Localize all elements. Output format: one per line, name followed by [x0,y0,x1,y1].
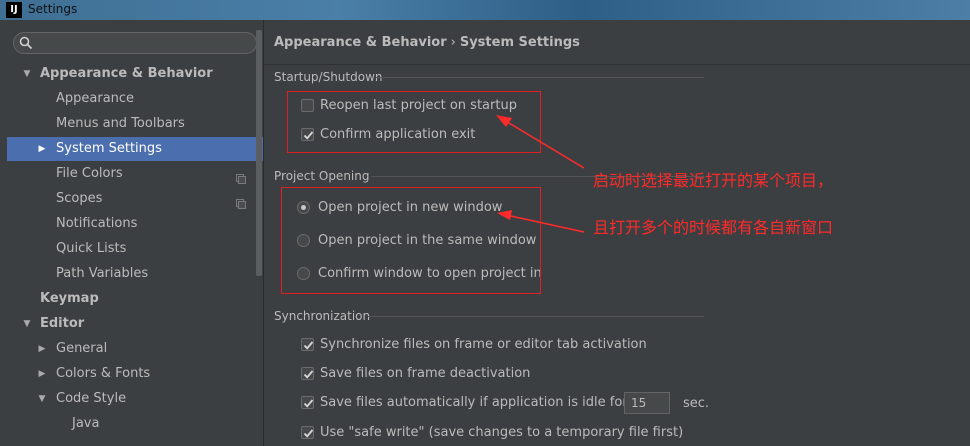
expand-arrow-right-icon[interactable]: ▶ [36,137,48,161]
sidebar-item-code-style[interactable]: ▼ Code Style [7,387,263,411]
sidebar-item-label: Keymap [40,291,99,306]
sidebar-item-label: Path Variables [56,266,149,281]
sidebar-item-keymap[interactable]: Keymap [7,287,263,311]
breadcrumb-current: System Settings [459,35,580,50]
intellij-logo-icon: IJ [6,2,22,18]
save-on-deactivation-checkbox[interactable] [301,367,314,380]
project-level-icon [236,194,246,209]
sync-files-label[interactable]: Synchronize files on frame or editor tab… [320,337,647,352]
expand-arrow-down-icon[interactable]: ▼ [36,387,48,411]
sidebar-item-system-settings[interactable]: ▶ System Settings [7,137,263,161]
startup-group-line [376,77,704,78]
sync-group-title: Synchronization [274,309,371,323]
settings-sidebar: ▼ Appearance & Behavior Appearance Menus an… [7,20,263,446]
sidebar-scrollbar[interactable] [256,20,262,446]
sidebar-item-label: Quick Lists [56,241,127,256]
breadcrumb-separator: › [450,35,456,50]
sidebar-item-editor[interactable]: ▼ Editor [7,312,263,336]
safe-write-label[interactable]: Use "safe write" (save changes to a temp… [320,425,683,440]
annotation-text-1: 启动时选择最近打开的某个项目， [593,171,834,190]
breadcrumb: Appearance & Behavior › System Settings [274,35,580,50]
expand-arrow-right-icon[interactable]: ▶ [36,337,48,361]
sidebar-item-path-variables[interactable]: Path Variables [7,262,263,286]
breadcrumb-parent: Appearance & Behavior [274,35,447,50]
expand-arrow-down-icon[interactable]: ▼ [21,62,33,86]
startup-group-title: Startup/Shutdown [274,70,383,84]
save-idle-label[interactable]: Save files automatically if application … [320,395,628,410]
expand-arrow-down-icon[interactable]: ▼ [21,312,33,336]
project-opening-group-title: Project Opening [274,169,370,183]
sidebar-item-general[interactable]: ▶ General [7,337,263,361]
sidebar-item-scopes[interactable]: Scopes [7,187,263,211]
safe-write-checkbox[interactable] [301,426,314,439]
sidebar-item-notifications[interactable]: Notifications [7,212,263,236]
expand-arrow-right-icon[interactable]: ▶ [36,362,48,386]
sidebar-item-appearance-behavior[interactable]: ▼ Appearance & Behavior [7,62,263,86]
sidebar-item-label: Editor [40,316,85,331]
sidebar-item-quick-lists[interactable]: Quick Lists [7,237,263,261]
sync-group-line [368,316,704,317]
save-idle-checkbox[interactable] [301,396,314,409]
project-level-icon [236,169,246,184]
save-on-deactivation-label[interactable]: Save files on frame deactivation [320,366,530,381]
sidebar-item-colors-fonts[interactable]: ▶ Colors & Fonts [7,362,263,386]
title-bar: IJ Settings [0,0,970,20]
settings-search-input[interactable] [13,32,257,54]
sidebar-item-file-colors[interactable]: File Colors [7,162,263,186]
sidebar-item-label: System Settings [56,141,162,156]
sidebar-scrollbar-thumb[interactable] [256,30,262,276]
sidebar-item-label: Menus and Toolbars [56,116,185,131]
startup-highlight-box [287,91,541,153]
sidebar-item-label: General [56,341,108,356]
idle-unit-label: sec. [683,396,710,411]
sidebar-item-appearance[interactable]: Appearance [7,87,263,111]
sidebar-item-menus-and-toolbars[interactable]: Menus and Toolbars [7,112,263,136]
breadcrumb-divider [264,64,970,65]
window-title: Settings [28,2,78,16]
idle-seconds-input[interactable] [624,392,670,414]
annotation-text-2: 且打开多个的时候都有各自新窗口 [593,218,834,237]
sidebar-item-label: Notifications [56,216,138,231]
sidebar-item-java[interactable]: Java [7,412,263,436]
sidebar-item-label: Colors & Fonts [56,366,151,381]
search-icon [19,36,33,50]
sidebar-item-label: Appearance [56,91,135,106]
settings-tree: ▼ Appearance & Behavior Appearance Menus an… [7,62,263,446]
sidebar-item-label: Scopes [56,191,103,206]
sidebar-item-label: Java [72,416,100,431]
sidebar-item-label: Code Style [56,391,127,406]
project-opening-highlight-box [281,187,541,294]
sidebar-item-label: File Colors [56,166,123,181]
sync-files-checkbox[interactable] [301,338,314,351]
sidebar-item-label: Appearance & Behavior [40,66,213,81]
